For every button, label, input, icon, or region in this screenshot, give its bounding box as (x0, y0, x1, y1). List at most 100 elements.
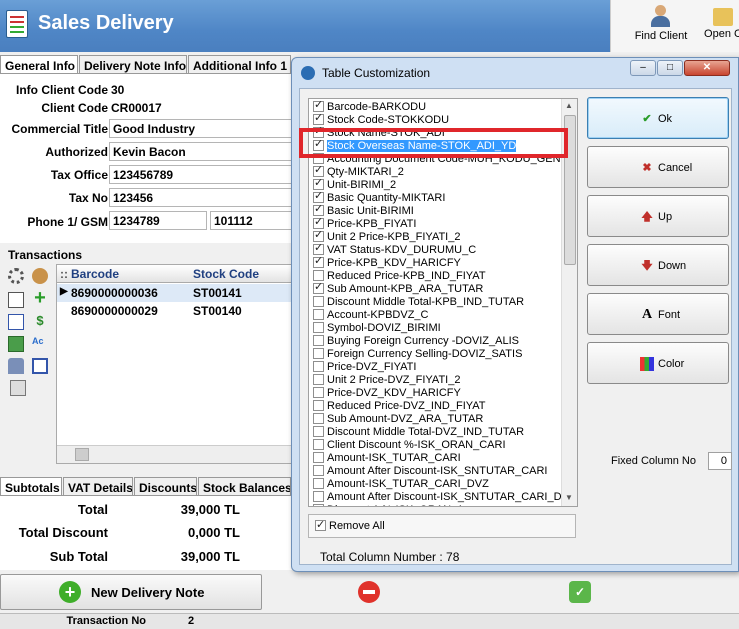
column-item[interactable]: Unit 2 Price-KPB_FIYATI_2 (313, 229, 460, 244)
column-item[interactable]: Sub Amount-DVZ_ARA_TUTAR (313, 413, 483, 426)
column-checkbox[interactable] (313, 177, 324, 190)
column-checkbox[interactable] (313, 164, 324, 177)
add-icon[interactable]: + (32, 288, 48, 308)
column-checkbox[interactable] (313, 335, 324, 346)
calculator-icon[interactable] (10, 380, 26, 396)
transactions-grid[interactable]: :: Barcode Stock Code ▶ 8690000000036 ST… (56, 264, 332, 464)
column-checkbox[interactable] (313, 491, 324, 502)
column-checkbox[interactable] (313, 465, 324, 476)
remove-all-check-icon[interactable] (315, 518, 326, 531)
scroll-down-arrow-icon[interactable]: ▼ (565, 493, 573, 502)
settings-gear-icon[interactable] (8, 268, 24, 284)
close-button[interactable]: ✕ (684, 60, 730, 76)
column-checkbox[interactable] (313, 348, 324, 359)
column-checkbox[interactable] (313, 426, 324, 437)
column-item[interactable]: Amount-ISK_TUTAR_CARI_DVZ (313, 478, 489, 491)
column-item[interactable]: Reduced Price-KPB_IND_FIYAT (313, 270, 486, 283)
column-checkbox[interactable] (313, 361, 324, 372)
column-item[interactable]: Qty-MIKTARI_2 (313, 164, 404, 179)
column-item[interactable]: Discount 1 %-ISK_ORAN_1 (313, 504, 463, 506)
tab-discounts[interactable]: Discounts (134, 477, 197, 497)
column-checkbox[interactable] (313, 190, 324, 203)
fixed-column-input[interactable]: 0 (708, 452, 732, 470)
column-checkbox[interactable] (313, 504, 324, 506)
tab-subtotals[interactable]: Subtotals (0, 477, 62, 497)
column-item[interactable]: Amount After Discount-ISK_SNTUTAR_CARI (313, 465, 547, 478)
text-replace-icon[interactable]: Ac (32, 336, 48, 352)
table-row[interactable]: 8690000000029 ST00140 (57, 302, 293, 320)
column-item[interactable]: Barcode-BARKODU (313, 99, 426, 114)
tab-stock-balances[interactable]: Stock Balances (198, 477, 291, 497)
column-item[interactable]: Client Discount %-ISK_ORAN_CARI (313, 439, 506, 452)
pause-icon[interactable] (32, 358, 48, 374)
phone-field[interactable]: 1234789 (109, 211, 207, 230)
column-item[interactable]: Basic Unit-BIRIMI (313, 203, 414, 218)
grid-options-icon[interactable]: :: (60, 267, 68, 281)
delete-icon[interactable] (358, 581, 380, 603)
column-item[interactable]: Account-KPBDVZ_C (313, 309, 428, 322)
column-checkbox[interactable] (313, 374, 324, 385)
tab-delivery-note-info[interactable]: Delivery Note Info (79, 55, 187, 75)
tax-office-field[interactable]: 123456789 (109, 165, 292, 184)
new-document-icon[interactable] (8, 292, 24, 308)
column-checkbox[interactable] (313, 400, 324, 411)
column-barcode[interactable]: Barcode (71, 267, 119, 281)
column-checkbox[interactable] (313, 99, 324, 112)
remove-all-checkbox[interactable]: Remove All (308, 514, 576, 538)
column-checkbox[interactable] (313, 439, 324, 450)
column-checkbox[interactable] (313, 112, 324, 125)
column-stock-code[interactable]: Stock Code (193, 267, 259, 281)
column-item[interactable]: Foreign Currency Selling-DOVIZ_SATIS (313, 348, 522, 361)
gsm-field[interactable]: 101112 (210, 211, 292, 230)
column-item[interactable]: Price-KPB_FIYATI (313, 216, 416, 231)
column-checkbox[interactable] (313, 478, 324, 489)
column-item[interactable]: Discount Middle Total-DVZ_IND_TUTAR (313, 426, 524, 439)
ok-button[interactable]: ✔ Ok (587, 97, 729, 139)
column-checkbox[interactable] (313, 387, 324, 398)
column-item[interactable]: Discount Middle Total-KPB_IND_TUTAR (313, 296, 524, 309)
scroll-thumb[interactable] (75, 448, 89, 461)
tab-additional-info-1[interactable]: Additional Info 1 (188, 55, 291, 75)
column-item[interactable]: Unit 2 Price-DVZ_FIYATI_2 (313, 374, 460, 387)
new-delivery-note-button[interactable]: + New Delivery Note (0, 574, 262, 610)
document-list-icon[interactable] (8, 314, 24, 330)
add-row-icon[interactable] (8, 336, 24, 352)
tab-general-info[interactable]: General Info (0, 55, 78, 75)
column-checkbox[interactable] (313, 452, 324, 463)
column-checkbox[interactable] (313, 229, 324, 242)
column-checkbox[interactable] (313, 242, 324, 255)
column-item[interactable]: Price-DVZ_FIYATI (313, 361, 416, 374)
column-item[interactable]: Amount-ISK_TUTAR_CARI (313, 452, 461, 465)
down-button[interactable]: 🡇 Down (587, 244, 729, 286)
column-checkbox[interactable] (313, 309, 324, 320)
column-item[interactable]: Sub Amount-KPB_ARA_TUTAR (313, 281, 483, 296)
dollar-icon[interactable]: $ (32, 313, 48, 329)
column-checklist[interactable]: Barcode-BARKODUStock Code-STOKKODUStock … (308, 98, 578, 507)
column-item[interactable]: Amount After Discount-ISK_SNTUTAR_CARI_D… (313, 491, 576, 504)
column-item[interactable]: Basic Quantity-MIKTARI (313, 190, 445, 205)
minimize-button[interactable]: – (630, 60, 656, 76)
color-button[interactable]: Color (587, 342, 729, 384)
column-item[interactable]: Symbol-DOVIZ_BIRIMI (313, 322, 441, 335)
column-checkbox[interactable] (313, 413, 324, 424)
column-checkbox[interactable] (313, 296, 324, 307)
column-item[interactable]: Price-DVZ_KDV_HARICFY (313, 387, 461, 400)
column-item[interactable]: Reduced Price-DVZ_IND_FIYAT (313, 400, 486, 413)
column-item[interactable]: Buying Foreign Currency -DOVIZ_ALIS (313, 335, 519, 348)
column-item[interactable]: Unit-BIRIMI_2 (313, 177, 396, 192)
cookie-icon[interactable] (32, 268, 48, 284)
column-checkbox[interactable] (313, 255, 324, 268)
commercial-title-field[interactable]: Good Industry (109, 119, 292, 138)
cancel-button[interactable]: ✖ Cancel (587, 146, 729, 188)
up-button[interactable]: 🡅 Up (587, 195, 729, 237)
open-client-button[interactable]: Open C (703, 0, 739, 40)
scroll-up-arrow-icon[interactable]: ▲ (565, 101, 573, 110)
table-row[interactable]: ▶ 8690000000036 ST00141 (57, 284, 293, 302)
column-item[interactable]: Stock Code-STOKKODU (313, 112, 449, 127)
maximize-button[interactable]: □ (657, 60, 683, 76)
tab-vat-details[interactable]: VAT Details (63, 477, 133, 497)
find-client-button[interactable]: Find Client (629, 0, 693, 42)
authorized-field[interactable]: Kevin Bacon (109, 142, 292, 161)
font-button[interactable]: A Font (587, 293, 729, 335)
tax-no-field[interactable]: 123456 (109, 188, 292, 207)
